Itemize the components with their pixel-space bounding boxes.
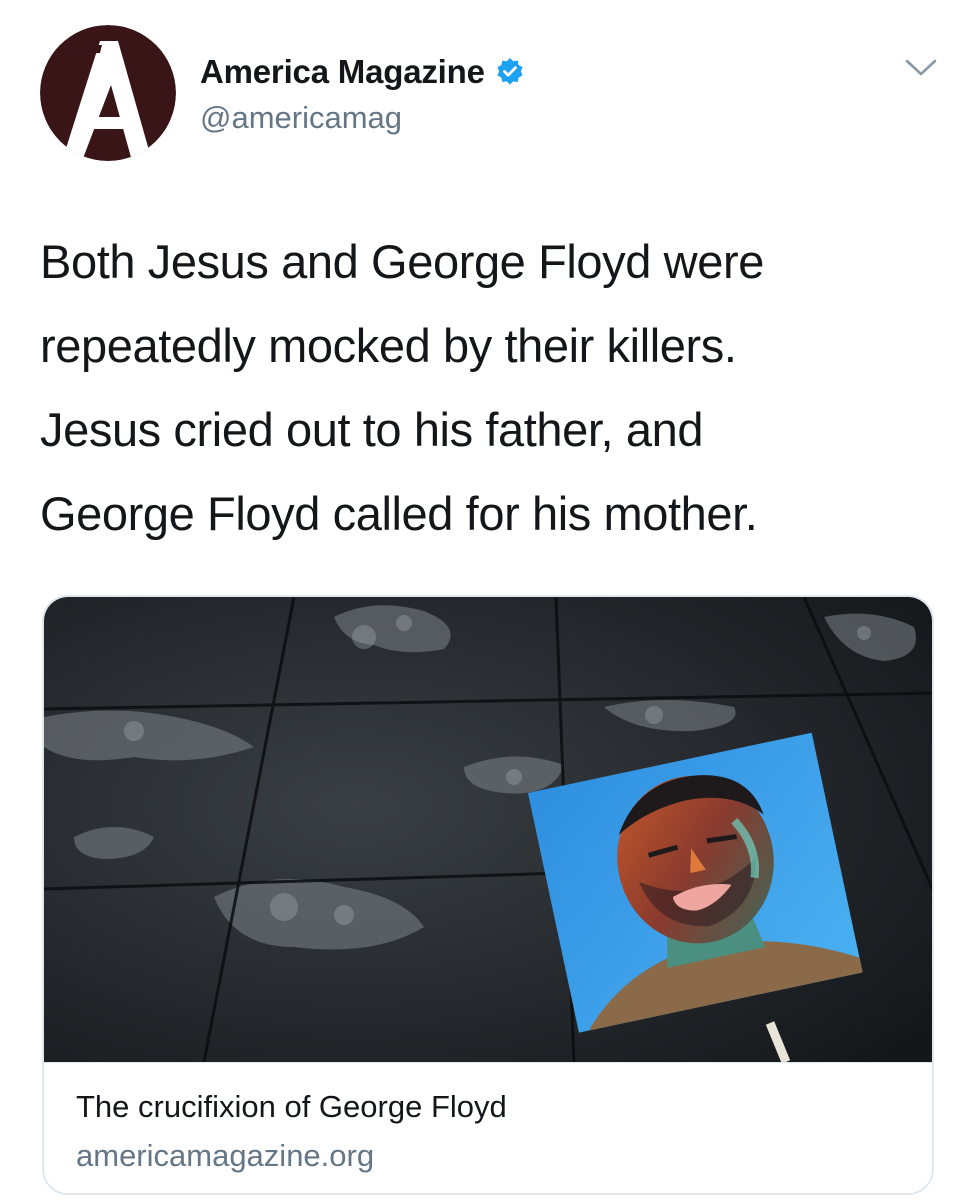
chevron-down-icon[interactable] xyxy=(904,57,938,79)
link-card[interactable]: The crucifixion of George Floyd americam… xyxy=(42,595,934,1195)
link-card-footer: The crucifixion of George Floyd americam… xyxy=(44,1062,932,1193)
america-logo-icon xyxy=(40,25,176,161)
verified-badge-icon xyxy=(495,57,525,87)
link-card-image xyxy=(44,597,932,1062)
name-row: America Magazine xyxy=(200,50,525,94)
display-name[interactable]: America Magazine xyxy=(200,53,485,91)
link-card-domain: americamagazine.org xyxy=(76,1138,375,1173)
avatar[interactable] xyxy=(40,25,176,161)
tweet-text: Both Jesus and George Floyd were repeate… xyxy=(40,235,764,540)
account-handle[interactable]: @americamag xyxy=(200,100,402,136)
link-card-title: The crucifixion of George Floyd xyxy=(76,1089,507,1124)
